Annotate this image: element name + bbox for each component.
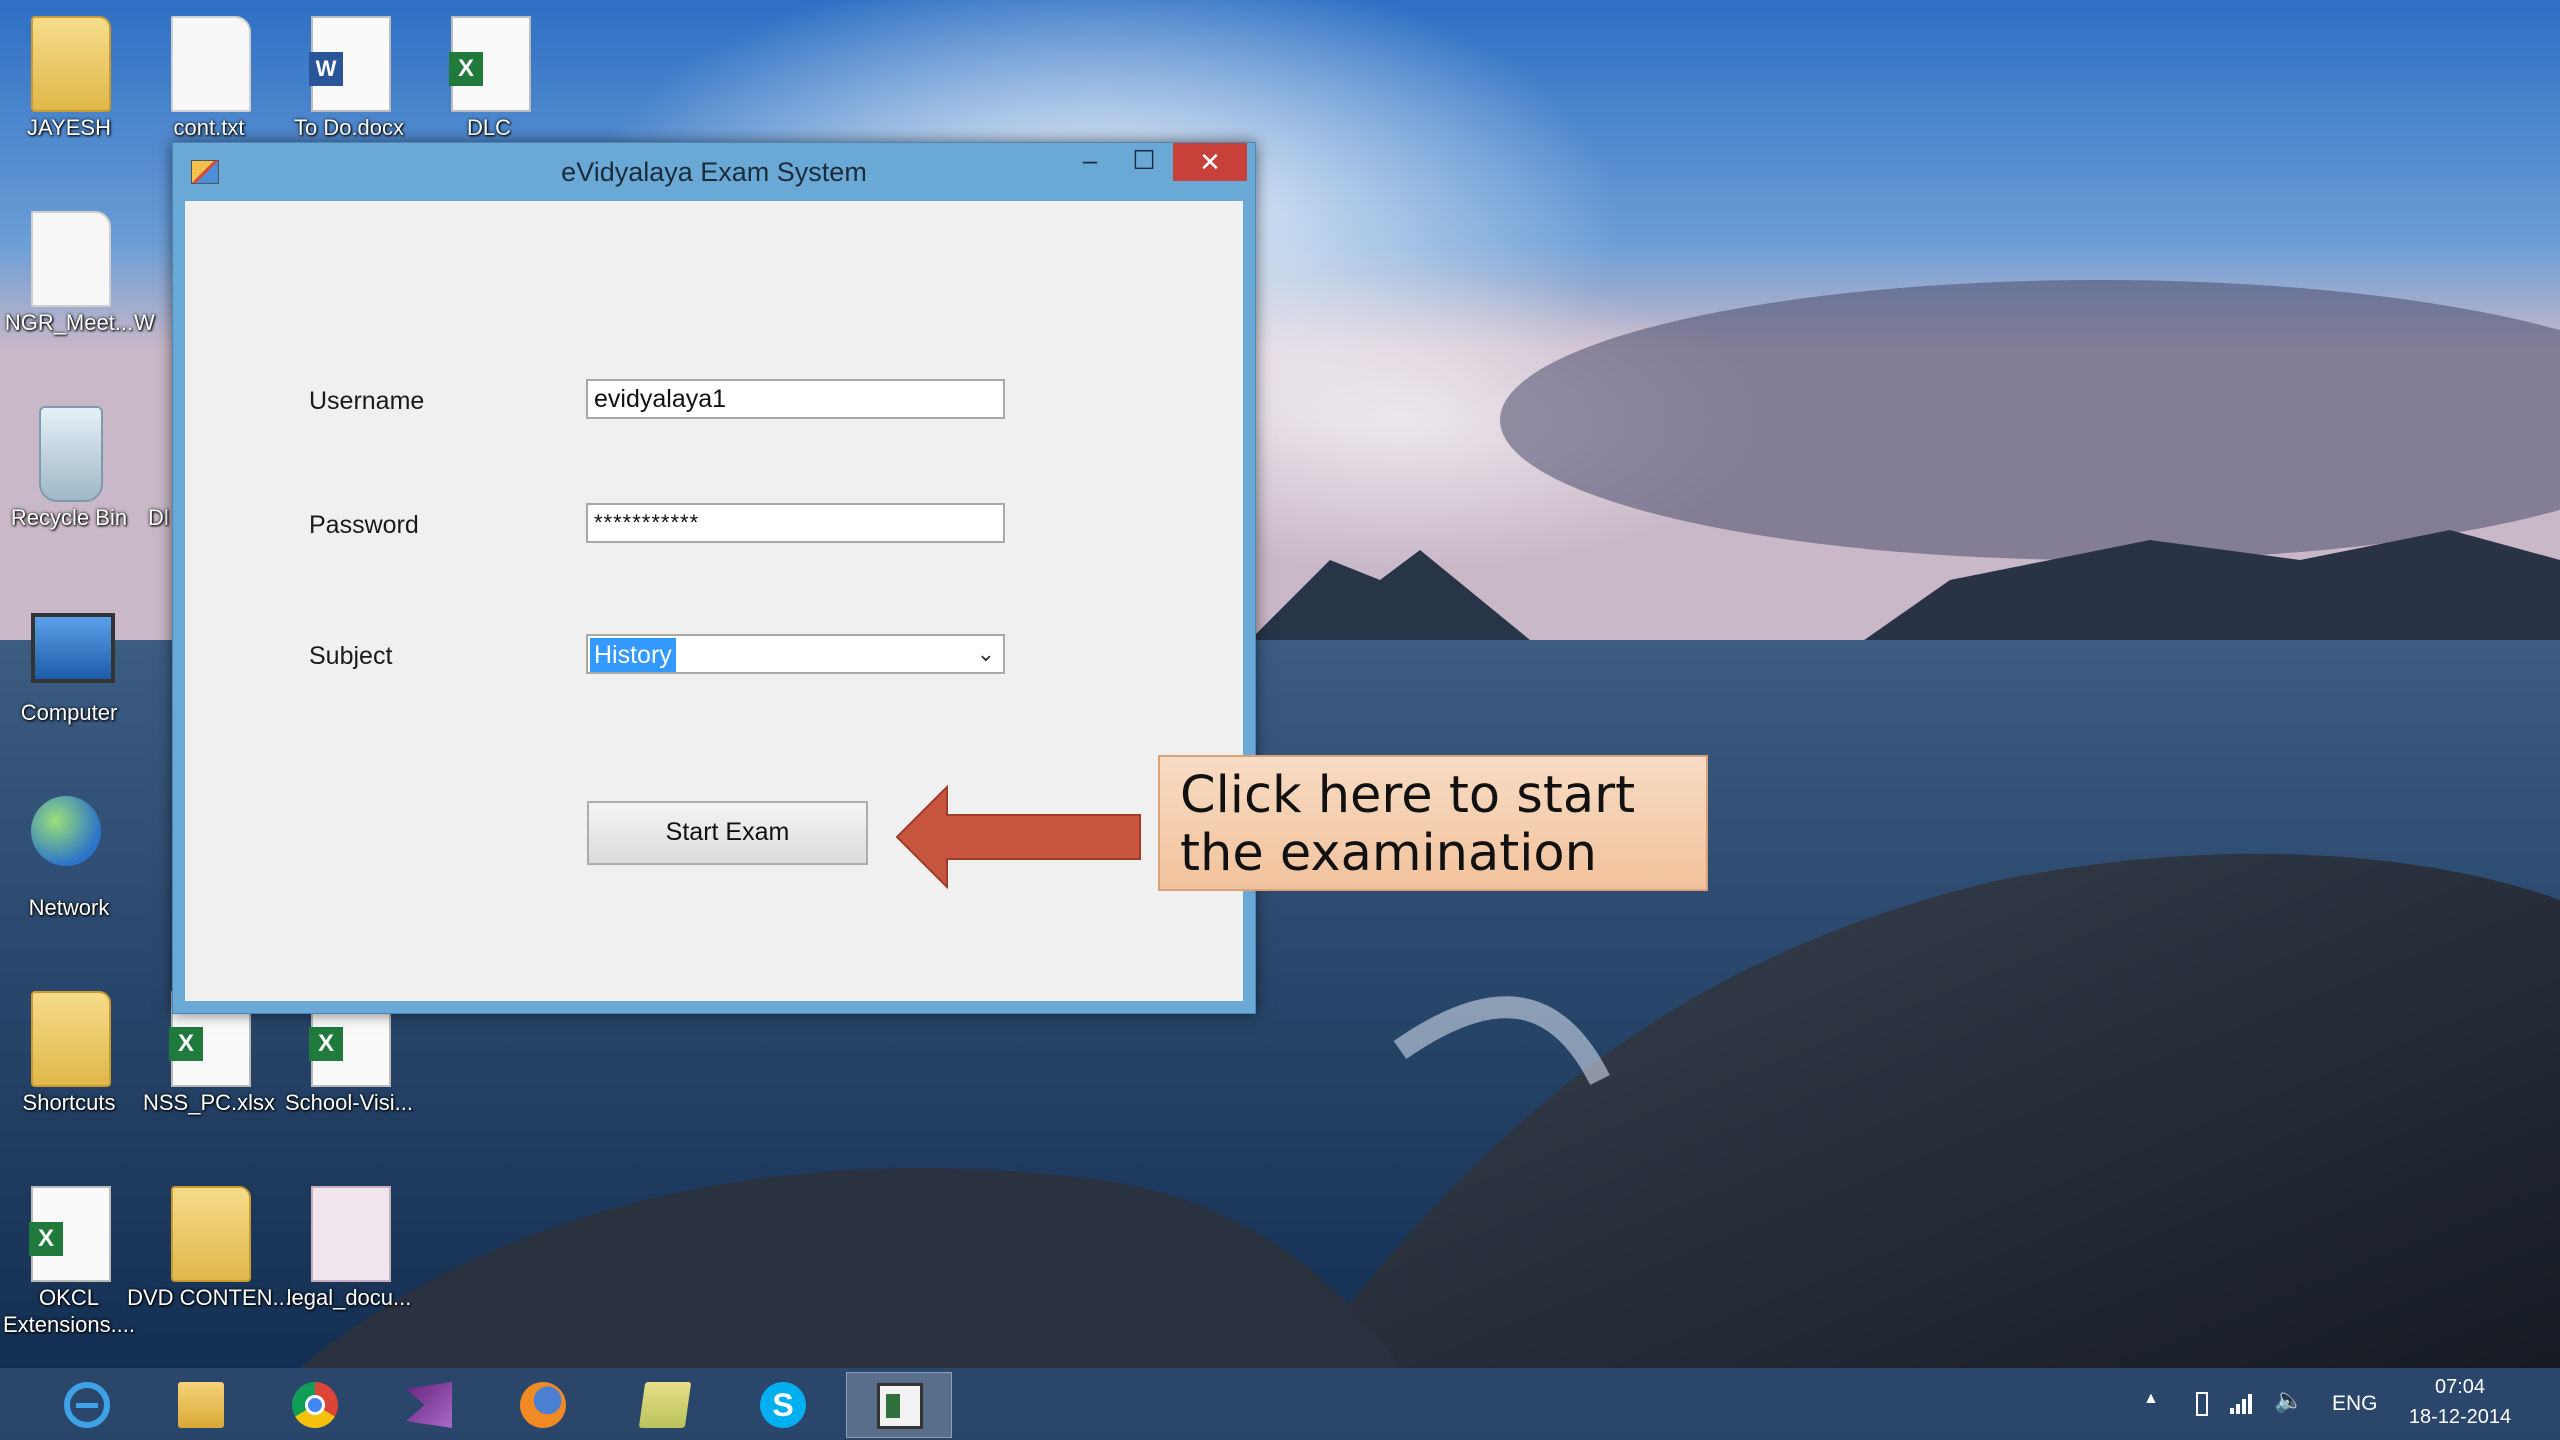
- password-field[interactable]: ***********: [586, 503, 1005, 543]
- start-exam-button[interactable]: Start Exam: [587, 801, 868, 865]
- username-label: Username: [309, 387, 425, 415]
- volume-icon[interactable]: 🔈: [2274, 1386, 2304, 1415]
- subject-label: Subject: [309, 642, 393, 670]
- internet-explorer-icon: [64, 1382, 110, 1428]
- close-button[interactable]: ✕: [1173, 143, 1247, 181]
- word-document-icon: [309, 16, 391, 112]
- text-file-icon: [171, 16, 251, 112]
- folder-icon: [171, 1186, 251, 1282]
- desktop-icon-legal-docu[interactable]: legal_docu...: [274, 1180, 424, 1370]
- clock-date: 18-12-2014: [2408, 1406, 2512, 1428]
- desktop-icon-dvd-content[interactable]: DVD CONTEN...: [127, 1180, 291, 1370]
- taskbar-firefox[interactable]: [490, 1372, 594, 1436]
- visual-studio-icon: [406, 1382, 452, 1428]
- taskbar-folders[interactable]: [612, 1372, 716, 1436]
- minimize-button[interactable]: –: [1063, 143, 1117, 181]
- pdf-file-icon: [311, 1186, 391, 1282]
- subject-selected-value: History: [590, 638, 676, 672]
- taskbar-skype[interactable]: S: [730, 1372, 834, 1436]
- desktop-icon-shortcuts[interactable]: Shortcuts: [0, 985, 144, 1175]
- user-folder-icon: [31, 16, 111, 112]
- taskbar-file-explorer[interactable]: [148, 1372, 252, 1436]
- skype-icon: S: [760, 1382, 806, 1428]
- network-icon: [31, 796, 101, 866]
- callout-arrow: [895, 785, 1141, 889]
- firefox-icon: [520, 1382, 566, 1428]
- folders-icon: [638, 1382, 692, 1428]
- desktop-icon-jayesh[interactable]: JAYESH: [0, 10, 144, 200]
- desktop-icon-partial-w[interactable]: W: [134, 205, 174, 395]
- network-signal-icon[interactable]: [2228, 1392, 2256, 1414]
- password-label: Password: [309, 511, 419, 539]
- taskbar-internet-explorer[interactable]: [34, 1372, 138, 1436]
- callout-box: Click here to start the examination: [1158, 755, 1708, 891]
- clock-time: 07:04: [2434, 1376, 2486, 1398]
- desktop-icon-network[interactable]: Network: [0, 790, 144, 980]
- taskbar: S: [0, 1368, 2560, 1440]
- folder-icon: [31, 991, 111, 1087]
- text-file-icon: [31, 211, 111, 307]
- chrome-icon: [292, 1382, 338, 1428]
- show-hidden-icons-button[interactable]: ▲: [2143, 1390, 2159, 1408]
- maximize-button[interactable]: ☐: [1117, 143, 1171, 181]
- battery-icon[interactable]: [2196, 1392, 2208, 1416]
- language-indicator[interactable]: ENG: [2332, 1392, 2378, 1416]
- desktop-icon-okcl-extensions[interactable]: OKCL Extensions....: [0, 1180, 144, 1370]
- excel-file-icon: [29, 1186, 111, 1282]
- username-field[interactable]: evidyalaya1: [586, 379, 1005, 419]
- desktop-icon-partial-dl[interactable]: Dl: [134, 400, 174, 590]
- desktop-icon-ngr-meet[interactable]: NGR_Meet...: [0, 205, 144, 395]
- clock[interactable]: 07:04 18-12-2014: [2395, 1372, 2525, 1432]
- taskbar-chrome[interactable]: [262, 1372, 366, 1436]
- subject-select[interactable]: History ⌄: [586, 634, 1005, 674]
- recycle-bin-icon: [39, 406, 103, 502]
- computer-icon: [31, 613, 115, 683]
- excel-file-icon: [449, 16, 531, 112]
- desktop-icon-computer[interactable]: Computer: [0, 595, 144, 785]
- exam-app-icon: [877, 1383, 923, 1429]
- taskbar-visual-studio[interactable]: [376, 1372, 480, 1436]
- chevron-down-icon[interactable]: ⌄: [977, 640, 995, 668]
- file-explorer-icon: [178, 1382, 224, 1428]
- window-titlebar[interactable]: eVidyalaya Exam System – ☐ ✕: [173, 143, 1255, 201]
- desktop-icon-recycle-bin[interactable]: Recycle Bin: [0, 400, 144, 590]
- taskbar-exam-app[interactable]: [846, 1372, 952, 1438]
